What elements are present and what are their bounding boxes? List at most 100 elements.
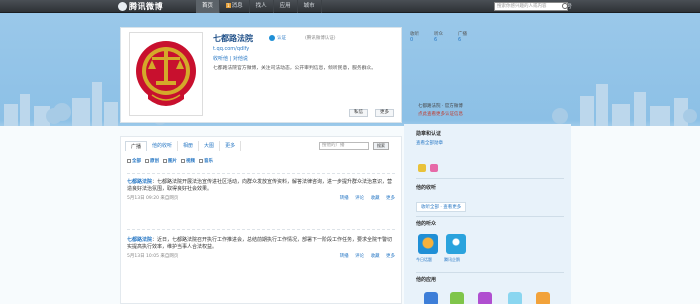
stat-posts[interactable]: 广播 6 [458, 31, 482, 43]
stat-followers-value: 6 [434, 37, 438, 43]
post-meta: 5月13日 09:20 来自网页 转播 评论 收藏 更多 [127, 195, 395, 201]
tab-large-image[interactable]: 大图 [199, 141, 221, 151]
post-comment-button[interactable]: 评论 [355, 254, 364, 259]
audience-avatar[interactable] [418, 234, 438, 254]
stats-line-2[interactable]: 点此查看更多认证信息 [418, 111, 463, 117]
right-sidebar: 勋章和认证 查看全部勋章 他的收听 收听全部 · 查看更多 他的听众 今日话题 … [404, 124, 571, 304]
tab-following[interactable]: 他的收听 [147, 141, 179, 151]
filter-video-checkbox[interactable] [181, 158, 185, 163]
tab-broadcast[interactable]: 广播 [125, 141, 148, 151]
tab-more[interactable]: 更多 [220, 141, 242, 151]
private-message-button[interactable]: 私信 [349, 109, 368, 117]
audience-title: 他的听众 [416, 221, 437, 227]
post-actions: 转播 评论 收藏 更多 [335, 253, 395, 259]
nav-find-people-label: 找人 [255, 3, 267, 9]
filter-all[interactable]: 全部 [127, 158, 141, 164]
app-icon[interactable] [424, 292, 438, 304]
post-meta: 5月13日 10:05 来自网页 转播 评论 收藏 更多 [127, 253, 395, 259]
post-favorite-button[interactable]: 收藏 [371, 254, 380, 259]
following-link[interactable]: 收听全部 · 查看更多 [416, 202, 467, 212]
post-text: ：七都路法院开展法治宣传进社区活动，向群众发放宣传资料，解答法律咨询，进一步提升… [127, 179, 393, 192]
profile-actions-links[interactable]: 收听他 | 对他说 [213, 55, 248, 62]
feed-search-input[interactable]: 搜他的广播 [319, 142, 369, 150]
post-repost-button[interactable]: 转播 [340, 254, 349, 259]
filter-images-checkbox[interactable] [163, 158, 167, 163]
following-title: 他的收听 [416, 185, 437, 191]
top-navigation-bar: 腾讯微博 首页 1消息 找人 应用 城市 1 微博账号 搜索你感兴趣的人或内容 [0, 0, 700, 13]
post-actions: 转播 评论 收藏 更多 [335, 195, 395, 201]
post-more-button[interactable]: 更多 [386, 254, 395, 259]
court-emblem-icon [136, 41, 196, 106]
filter-original-checkbox[interactable] [145, 158, 149, 163]
audience-avatar[interactable] [446, 234, 466, 254]
feed-post: 七都路法院：七都路法院开展法治宣传进社区活动，向群众发放宣传资料，解答法律咨询，… [127, 179, 395, 201]
audience-name[interactable]: 今日话题 [416, 257, 432, 263]
logo-text: 腾讯微博 [129, 2, 163, 11]
more-button[interactable]: 更多 [375, 109, 394, 117]
filter-all-checkbox[interactable] [127, 158, 131, 163]
filter-original[interactable]: 原创 [145, 158, 159, 164]
nav-apps[interactable]: 应用 [274, 0, 298, 13]
medal-gold-icon[interactable] [418, 164, 426, 172]
tab-album[interactable]: 相册 [178, 141, 200, 151]
stat-posts-value: 6 [458, 37, 462, 43]
post-more-button[interactable]: 更多 [386, 196, 395, 201]
post-time[interactable]: 5月13日 09:20 来自网页 [127, 195, 178, 201]
filter-music-checkbox[interactable] [199, 158, 203, 163]
filter-music-label: 音乐 [204, 159, 213, 164]
verified-icon [269, 35, 275, 41]
filter-music[interactable]: 音乐 [199, 158, 213, 164]
app-icon[interactable] [536, 292, 550, 304]
profile-description: 七都路法院官方微博，关注司法动态，公开审判信息，倾听民意，服务群众。 [213, 66, 377, 71]
stats-row: 收听 0 听众 6 广播 6 [410, 31, 482, 43]
audience-name[interactable]: 腾讯企鹅 [444, 257, 460, 263]
sidebar-divider [416, 216, 564, 217]
verified-label[interactable]: 认证 [277, 35, 286, 41]
feed-panel: 广播 他的收听 相册 大图 更多 搜他的广播 搜索 全部 原创 图片 视频 音乐… [120, 136, 402, 304]
filter-video[interactable]: 视频 [181, 158, 195, 164]
post-text: ：近日，七都路法院召开执行工作推进会，总结前期执行工作情况，部署下一阶段工作任务… [127, 237, 393, 250]
post-repost-button[interactable]: 转播 [340, 196, 349, 201]
verified-hint: (腾讯微博认证) [305, 36, 336, 41]
stat-following-value: 0 [410, 37, 414, 43]
site-logo[interactable]: 腾讯微博 [118, 1, 163, 12]
app-icon[interactable] [450, 292, 464, 304]
app-icon[interactable] [508, 292, 522, 304]
nav-messages[interactable]: 1 消息 [220, 0, 250, 13]
post-favorite-button[interactable]: 收藏 [371, 196, 380, 201]
feed-divider [127, 229, 395, 230]
profile-name: 七都路法院 [213, 34, 253, 43]
app-icon[interactable] [478, 292, 492, 304]
profile-url[interactable]: t.qq.com/qdlfy [213, 46, 249, 52]
apps-title: 他的应用 [416, 277, 437, 283]
feed-filters: 全部 原创 图片 视频 音乐 [127, 158, 217, 164]
feed-divider [127, 173, 395, 174]
nav-apps-label: 应用 [279, 3, 291, 9]
post-author[interactable]: 七都路法院 [127, 179, 152, 185]
post-author[interactable]: 七都路法院 [127, 237, 152, 243]
post-body: 七都路法院：近日，七都路法院召开执行工作推进会，总结前期执行工作情况，部署下一阶… [127, 237, 395, 251]
nav-home[interactable]: 首页 [196, 0, 221, 13]
filter-images-label: 图片 [168, 159, 177, 164]
feed-search-button[interactable]: 搜索 [373, 142, 389, 150]
main-nav: 首页 1 消息 找人 应用 城市 [196, 0, 322, 13]
medals-link[interactable]: 查看全部勋章 [416, 140, 443, 146]
post-time[interactable]: 5月13日 10:05 来自网页 [127, 253, 178, 259]
filter-all-label: 全部 [132, 159, 141, 164]
nav-find-people[interactable]: 找人 [250, 0, 274, 13]
sidebar-divider [416, 178, 564, 179]
stat-following[interactable]: 收听 0 [410, 31, 434, 43]
medals-title: 勋章和认证 [416, 131, 442, 137]
stat-followers[interactable]: 听众 6 [434, 31, 458, 43]
top-search-input[interactable]: 搜索你感兴趣的人或内容 [494, 2, 568, 11]
court-emblem-avatar [129, 32, 203, 116]
nav-city[interactable]: 城市 [298, 0, 322, 13]
medal-pink-icon[interactable] [430, 164, 438, 172]
search-icon[interactable] [562, 3, 568, 9]
post-comment-button[interactable]: 评论 [355, 196, 364, 201]
nav-home-label: 首页 [202, 3, 214, 9]
post-body: 七都路法院：七都路法院开展法治宣传进社区活动，向群众发放宣传资料，解答法律咨询，… [127, 179, 395, 193]
nav-messages-label: 消息 [231, 3, 243, 9]
filter-images[interactable]: 图片 [163, 158, 177, 164]
feed-post: 七都路法院：近日，七都路法院召开执行工作推进会，总结前期执行工作情况，部署下一阶… [127, 237, 395, 259]
